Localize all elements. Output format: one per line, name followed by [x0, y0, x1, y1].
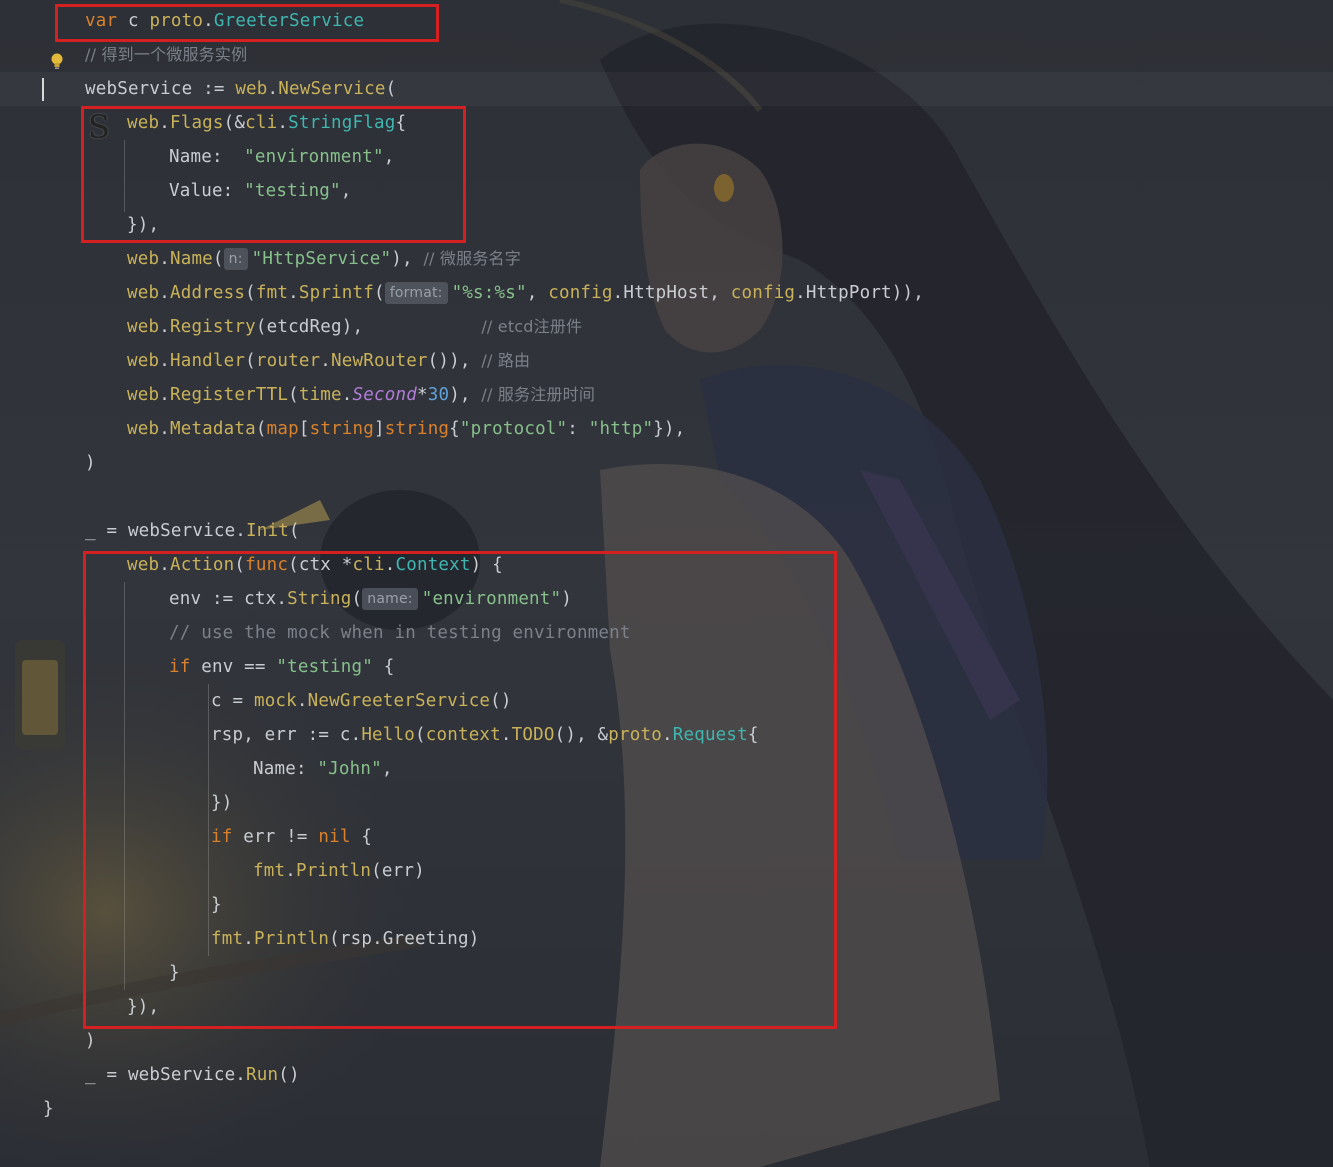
- code-token: _ = webService.: [85, 1065, 247, 1085]
- code-token: // 微服务名字: [423, 249, 521, 268]
- code-token: "http": [588, 419, 654, 439]
- code-token: .: [159, 317, 170, 337]
- code-line[interactable]: webService := web.NewService(: [85, 72, 396, 106]
- code-token: {: [449, 419, 460, 439]
- code-token: // etcd注册件: [481, 317, 583, 336]
- code-token: "%s:%s": [451, 283, 527, 303]
- code-token: (): [278, 1065, 300, 1085]
- code-token: .: [341, 385, 353, 405]
- code-line[interactable]: web.Handler(router.NewRouter()), // 路由: [127, 344, 530, 378]
- code-token: Handler: [169, 351, 246, 371]
- code-token: NewService: [278, 79, 386, 99]
- code-token: (: [288, 385, 299, 405]
- lightbulb-icon[interactable]: [50, 52, 64, 70]
- highlight-box-flags: [81, 106, 466, 243]
- code-token: web: [127, 249, 160, 269]
- code-token: ()),: [427, 351, 482, 371]
- code-token: .: [159, 385, 170, 405]
- code-token: ]: [374, 419, 385, 439]
- code-token: (: [212, 249, 224, 269]
- code-token: ),: [449, 385, 482, 405]
- code-token: config: [730, 283, 796, 303]
- code-token: (: [374, 283, 385, 303]
- code-token: }),: [653, 419, 686, 439]
- code-token: web: [127, 385, 160, 405]
- code-token: .: [159, 351, 170, 371]
- code-token: (: [255, 419, 267, 439]
- code-token: Second: [352, 385, 417, 405]
- code-token: // 路由: [481, 351, 531, 370]
- code-token: web: [127, 351, 160, 371]
- code-token: web: [235, 79, 268, 99]
- code-token: RegisterTTL: [169, 385, 289, 405]
- code-line[interactable]: ): [85, 446, 96, 480]
- code-token: ),: [391, 249, 424, 269]
- code-token: ): [85, 453, 96, 473]
- code-token: web: [127, 317, 160, 337]
- code-token: time: [298, 385, 342, 405]
- code-token: "protocol": [459, 419, 568, 439]
- code-token: *: [416, 385, 428, 405]
- text-cursor: [42, 78, 44, 101]
- code-token: string: [309, 419, 374, 439]
- code-line[interactable]: // 得到一个微服务实例: [85, 38, 247, 72]
- parameter-hint: format:: [384, 282, 448, 304]
- code-token: 30: [427, 385, 450, 405]
- code-token: .HttpPort)),: [795, 283, 925, 303]
- code-line[interactable]: _ = webService.Init(: [85, 514, 300, 548]
- code-token: // 得到一个微服务实例: [85, 45, 248, 64]
- code-token: .: [288, 283, 299, 303]
- code-token: }: [43, 1099, 54, 1119]
- code-token: .: [159, 283, 170, 303]
- code-line[interactable]: }: [43, 1092, 54, 1126]
- code-token: (: [289, 521, 300, 541]
- code-line[interactable]: web.Address(fmt.Sprintf(format: "%s:%s", …: [127, 276, 924, 310]
- code-token: _ = webService.: [85, 521, 247, 541]
- code-line[interactable]: web.Registry(etcdReg), // etcd注册件: [127, 310, 582, 344]
- code-token: .: [267, 79, 279, 99]
- code-token: string: [384, 419, 450, 439]
- highlight-box-action: [83, 551, 837, 1029]
- code-token: (: [385, 79, 397, 99]
- code-token: web: [127, 419, 160, 439]
- code-token: [: [298, 419, 310, 439]
- code-line[interactable]: ): [85, 1024, 96, 1058]
- code-token: (etcdReg),: [255, 317, 482, 337]
- code-token: Registry: [169, 317, 256, 337]
- code-line[interactable]: web.Name(n: "HttpService"), // 微服务名字: [127, 242, 521, 276]
- parameter-hint: n:: [223, 248, 248, 270]
- code-token: Address: [169, 283, 246, 303]
- code-token: (: [245, 283, 256, 303]
- code-token: ): [85, 1031, 96, 1051]
- code-token: map: [266, 419, 299, 439]
- code-token: Metadata: [169, 419, 256, 439]
- code-token: "HttpService": [251, 249, 392, 269]
- code-token: .: [159, 419, 170, 439]
- code-token: .: [320, 351, 332, 371]
- code-token: webService :=: [85, 79, 236, 99]
- code-token: .: [159, 249, 170, 269]
- code-token: Run: [246, 1065, 279, 1085]
- code-token: ,: [526, 283, 549, 303]
- code-token: :: [567, 419, 589, 439]
- code-line[interactable]: web.Metadata(map[string]string{"protocol…: [127, 412, 685, 446]
- code-line[interactable]: web.RegisterTTL(time.Second*30), // 服务注册…: [127, 378, 595, 412]
- highlight-box-var-declaration: [55, 4, 439, 42]
- code-token: Init: [246, 521, 289, 541]
- code-token: config: [548, 283, 613, 303]
- code-token: (: [245, 351, 256, 371]
- code-line[interactable]: _ = webService.Run(): [85, 1058, 300, 1092]
- code-token: router: [255, 351, 321, 371]
- code-token: fmt: [255, 283, 289, 303]
- code-token: NewRouter: [331, 351, 428, 371]
- code-token: .HttpHost,: [612, 283, 731, 303]
- code-token: // 服务注册时间: [481, 385, 596, 404]
- code-token: web: [127, 283, 160, 303]
- code-token: Sprintf: [298, 283, 374, 303]
- code-token: Name: [169, 249, 213, 269]
